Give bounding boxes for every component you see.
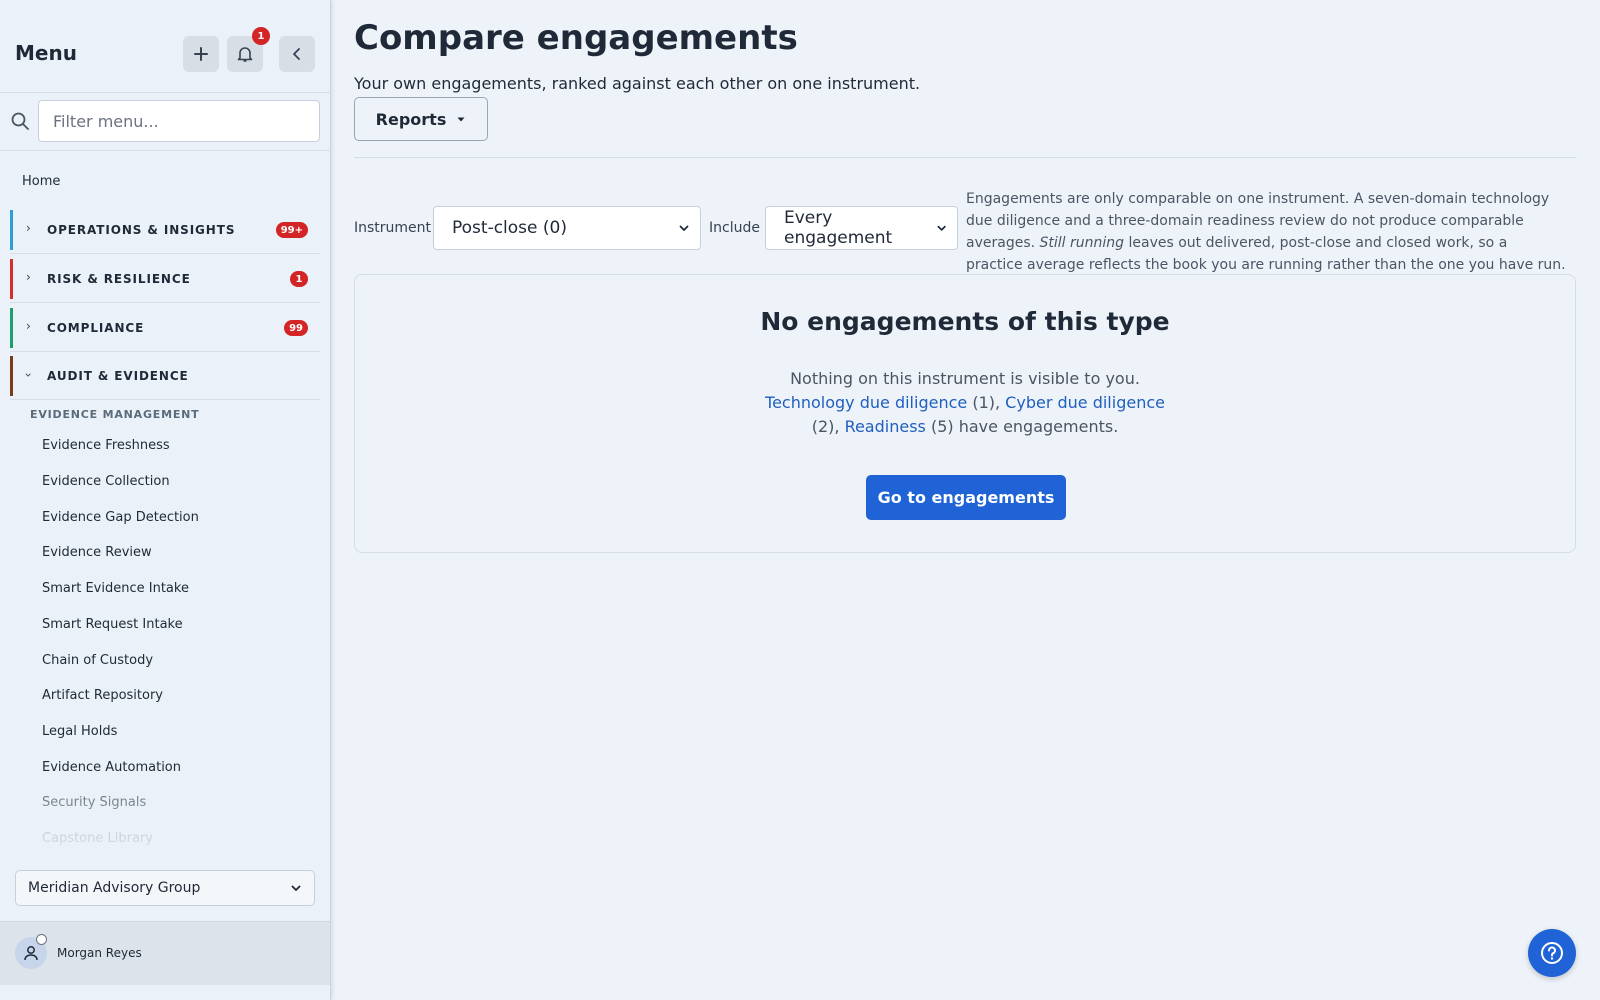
count-cyber-due-diligence: (2), [811, 417, 840, 436]
group-label-evidence-management: EVIDENCE MANAGEMENT [30, 408, 200, 421]
plus-icon [194, 47, 208, 61]
link-technology-due-diligence[interactable]: Technology due diligence [765, 393, 967, 412]
section-compliance[interactable]: › COMPLIANCE 99 [10, 304, 320, 352]
chevron-down-icon [679, 225, 689, 231]
sidebar-item-security-signals[interactable]: Security Signals [42, 795, 146, 810]
include-label: Include [709, 220, 760, 236]
help-icon [1541, 942, 1563, 964]
chevron-right-icon: › [26, 319, 31, 333]
sidebar-item-evidence-freshness[interactable]: Evidence Freshness [42, 438, 170, 453]
link-cyber-due-diligence[interactable]: Cyber due diligence [1005, 393, 1165, 412]
scroll-fade [0, 770, 330, 860]
instrument-value: Post-close (0) [452, 218, 567, 238]
section-label: RISK & RESILIENCE [47, 272, 191, 286]
empty-state-body: Nothing on this instrument is visible to… [355, 367, 1575, 439]
sidebar-item-capstone-library[interactable]: Capstone Library [42, 831, 153, 846]
help-button[interactable] [1528, 929, 1576, 977]
chevron-right-icon: › [26, 270, 31, 284]
sidebar-item-evidence-automation[interactable]: Evidence Automation [42, 760, 181, 775]
count-badge: 99+ [275, 222, 308, 238]
sidebar-item-smart-request-intake[interactable]: Smart Request Intake [42, 617, 183, 632]
link-readiness[interactable]: Readiness [845, 417, 926, 436]
section-accent [10, 308, 13, 348]
instrument-select[interactable]: Post-close (0) [433, 206, 701, 250]
chevron-left-icon [293, 48, 300, 60]
count-badge: 1 [290, 271, 308, 287]
filter-row [0, 93, 330, 151]
help-emphasis: Still running [1039, 235, 1125, 251]
empty-state-panel: No engagements of this type Nothing on t… [354, 274, 1576, 553]
sidebar-item-home[interactable]: Home [22, 174, 60, 189]
section-accent [10, 210, 13, 250]
settings-gear-icon[interactable] [36, 934, 47, 945]
section-label: OPERATIONS & INSIGHTS [47, 223, 236, 237]
user-icon [24, 946, 38, 961]
sidebar-item-artifact-repository[interactable]: Artifact Repository [42, 688, 163, 703]
section-operations-insights[interactable]: › OPERATIONS & INSIGHTS 99+ [10, 206, 320, 254]
sidebar-item-evidence-collection[interactable]: Evidence Collection [42, 474, 170, 489]
section-accent [10, 259, 13, 299]
section-label: AUDIT & EVIDENCE [47, 369, 189, 383]
go-to-engagements-button[interactable]: Go to engagements [866, 475, 1066, 520]
help-text: Engagements are only comparable on one i… [966, 188, 1566, 276]
sidebar-item-evidence-gap-detection[interactable]: Evidence Gap Detection [42, 510, 199, 525]
sidebar-item-smart-evidence-intake[interactable]: Smart Evidence Intake [42, 581, 189, 596]
user-name: Morgan Reyes [57, 946, 142, 960]
page-title: Compare engagements [354, 18, 798, 58]
empty-state-line: Nothing on this instrument is visible to… [790, 369, 1140, 388]
organization-name: Meridian Advisory Group [28, 880, 201, 896]
instrument-label: Instrument [354, 220, 432, 236]
sidebar-item-chain-of-custody[interactable]: Chain of Custody [42, 653, 153, 668]
section-audit-evidence[interactable]: › AUDIT & EVIDENCE [10, 352, 320, 400]
divider [354, 157, 1576, 158]
section-accent [10, 356, 13, 396]
count-badge: 99 [284, 320, 308, 336]
section-label: COMPLIANCE [47, 321, 145, 335]
section-risk-resilience[interactable]: › RISK & RESILIENCE 1 [10, 255, 320, 303]
include-value: Every engagement [784, 208, 893, 248]
filter-menu-input[interactable] [38, 100, 320, 142]
chevron-down-icon: › [21, 372, 36, 378]
include-select[interactable]: Every engagement [765, 206, 958, 250]
sidebar-header: Menu 1 [0, 0, 330, 93]
sidebar: Menu 1 Home › OPERATIONS & INSIGHTS 99+ … [0, 0, 331, 1000]
caret-down-icon [457, 117, 465, 122]
sidebar-item-legal-holds[interactable]: Legal Holds [42, 724, 117, 739]
user-row[interactable]: Morgan Reyes [0, 921, 330, 985]
chevron-down-icon [291, 885, 301, 891]
empty-state-title: No engagements of this type [760, 307, 1170, 336]
main-content: Compare engagements Your own engagements… [354, 0, 1576, 1000]
chevron-down-icon [937, 225, 946, 231]
reports-label: Reports [375, 109, 447, 129]
search-icon [11, 112, 29, 130]
count-readiness: (5) have engagements. [930, 417, 1119, 436]
sidebar-item-evidence-review[interactable]: Evidence Review [42, 545, 152, 560]
add-button[interactable] [183, 36, 219, 72]
sidebar-title: Menu [15, 41, 77, 65]
page-subtitle: Your own engagements, ranked against eac… [354, 74, 921, 93]
reports-dropdown-button[interactable]: Reports [354, 97, 488, 141]
organization-select[interactable]: Meridian Advisory Group [15, 870, 315, 906]
notifications-button[interactable]: 1 [227, 27, 270, 72]
collapse-sidebar-button[interactable] [279, 36, 315, 72]
count-technology-due-diligence: (1), [972, 393, 1001, 412]
chevron-right-icon: › [26, 221, 31, 235]
notification-badge: 1 [252, 27, 270, 45]
bell-icon [237, 47, 253, 62]
